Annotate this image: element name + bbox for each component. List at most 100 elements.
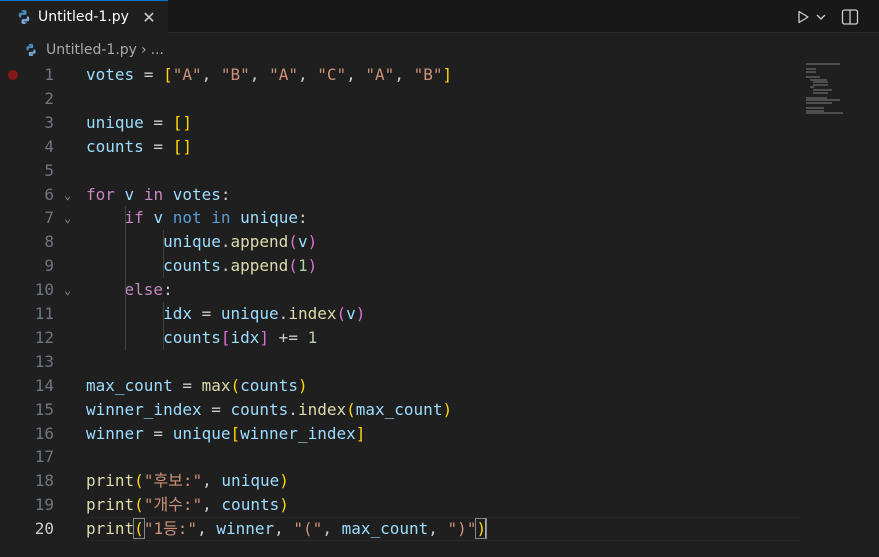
- chevron-down-icon: [816, 14, 826, 20]
- code-line[interactable]: 4 counts = []: [0, 135, 800, 159]
- split-editor-icon: [841, 8, 859, 25]
- code-token: =: [191, 304, 221, 323]
- fold-chevron-icon[interactable]: ⌄: [64, 183, 78, 207]
- code-token: unique: [172, 423, 231, 443]
- code-token: not: [172, 208, 202, 228]
- code-token: "B": [220, 65, 250, 84]
- code-token: =: [143, 423, 173, 443]
- run-button[interactable]: [795, 9, 811, 25]
- code-line[interactable]: 2: [0, 87, 800, 111]
- line-number: 4: [44, 136, 54, 156]
- code-token: ): [279, 471, 289, 491]
- code-editor[interactable]: 1 votes = ["A", "B", "A", "C", "A", "B"] 2…: [0, 63, 800, 557]
- code-line[interactable]: 10 ⌄ else:: [0, 278, 800, 302]
- code-line[interactable]: 5: [0, 159, 800, 183]
- code-token: counts: [163, 327, 221, 347]
- code-token: :: [163, 280, 173, 300]
- code-token: ,: [201, 65, 221, 84]
- code-token: v: [346, 304, 356, 323]
- line-number: 12: [34, 327, 54, 347]
- code-token: .: [220, 232, 231, 252]
- tab-bar: Untitled-1.py ✕: [0, 0, 879, 33]
- code-token: ,: [346, 65, 366, 84]
- code-line[interactable]: 8 unique.append(v): [0, 230, 800, 254]
- code-line[interactable]: 9 counts.append(1): [0, 254, 800, 278]
- code-token: =: [143, 136, 173, 156]
- code-token: max_count: [341, 519, 429, 539]
- code-token: if: [124, 208, 144, 228]
- code-line[interactable]: 13: [0, 350, 800, 374]
- code-text: unique.append(v): [86, 230, 317, 254]
- code-token: ): [297, 375, 308, 395]
- code-line[interactable]: 7 ⌄ if v not in unique:: [0, 206, 800, 230]
- code-token: ,: [249, 65, 270, 84]
- code-token: v: [297, 232, 308, 252]
- code-token: ")": [447, 519, 477, 539]
- breadcrumb-more[interactable]: ...: [151, 42, 164, 58]
- python-file-icon: [18, 10, 30, 24]
- code-token: idx: [230, 327, 260, 347]
- code-line[interactable]: 14 max_count = max(counts): [0, 374, 800, 398]
- code-token: =: [201, 399, 231, 419]
- line-number: 5: [44, 160, 54, 180]
- breadcrumb-file[interactable]: Untitled-1.py: [46, 42, 137, 58]
- code-line[interactable]: 19 print("개수:", counts): [0, 493, 800, 517]
- code-token: ,: [274, 519, 294, 539]
- line-number: 17: [34, 447, 54, 467]
- code-token: unique: [221, 471, 280, 491]
- minimap-line: [806, 70, 816, 73]
- breadcrumb-separator: ›: [140, 42, 147, 58]
- code-line[interactable]: 6 ⌄ for v in votes:: [0, 183, 800, 207]
- code-token: winner_index: [240, 423, 356, 443]
- fold-chevron-icon[interactable]: ⌄: [64, 278, 78, 302]
- code-token: .: [278, 304, 289, 323]
- code-text: for v in votes:: [86, 183, 231, 207]
- minimap-line: [813, 91, 828, 94]
- run-dropdown-button[interactable]: [815, 11, 827, 23]
- line-number: 18: [34, 471, 54, 491]
- code-token: counts: [221, 495, 280, 515]
- split-editor-button[interactable]: [841, 8, 859, 26]
- code-token: (: [230, 375, 241, 395]
- line-number: 3: [44, 112, 54, 132]
- code-text: counts = []: [86, 135, 192, 159]
- tab-untitled-1[interactable]: Untitled-1.py ✕: [0, 0, 168, 33]
- code-line[interactable]: 18 print("후보:", unique): [0, 469, 800, 493]
- code-token: votes: [86, 65, 135, 84]
- fold-chevron-icon[interactable]: ⌄: [64, 206, 78, 230]
- code-token: "후보:": [143, 471, 203, 491]
- code-text: if v not in unique:: [86, 206, 308, 230]
- code-token: else: [124, 280, 164, 300]
- code-token: unique: [220, 304, 279, 323]
- code-line[interactable]: 3 unique = []: [0, 111, 800, 135]
- line-number: 20: [34, 519, 54, 539]
- code-token: v: [153, 208, 164, 228]
- code-token: winner: [216, 519, 275, 539]
- close-icon[interactable]: ✕: [140, 8, 158, 27]
- code-token: 1: [307, 327, 318, 347]
- code-text: else:: [86, 278, 173, 302]
- line-number: 16: [34, 423, 54, 443]
- line-number: 19: [34, 495, 54, 515]
- minimap[interactable]: [806, 63, 856, 123]
- code-token: [: [220, 327, 231, 347]
- code-token: "(": [293, 519, 323, 539]
- code-line[interactable]: 11 idx = unique.index(v): [0, 302, 800, 326]
- code-line[interactable]: 1 votes = ["A", "B", "A", "C", "A", "B"]: [0, 63, 800, 87]
- code-token: append: [230, 232, 289, 252]
- code-line[interactable]: 16 winner = unique[winner_index]: [0, 422, 800, 446]
- code-token: =: [134, 65, 164, 84]
- line-number: 14: [34, 375, 54, 395]
- code-token: append: [230, 256, 289, 276]
- indent-guide: [124, 302, 126, 350]
- code-text: winner_index = counts.index(max_count): [86, 398, 452, 422]
- line-number: 9: [44, 256, 54, 276]
- code-line[interactable]: 15 winner_index = counts.index(max_count): [0, 398, 800, 422]
- code-line[interactable]: 12 counts[idx] += 1: [0, 326, 800, 350]
- code-line[interactable]: 20 print("1등:", winner, "(", max_count, "…: [0, 517, 800, 542]
- code-token: ]: [442, 65, 453, 84]
- code-line[interactable]: 17: [0, 445, 800, 469]
